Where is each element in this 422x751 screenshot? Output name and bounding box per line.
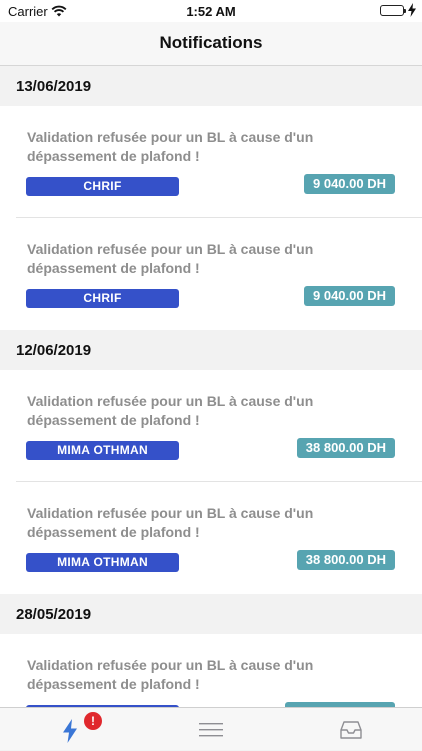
amount-badge: 38 800.00 DH bbox=[296, 550, 395, 570]
inbox-icon bbox=[340, 721, 362, 739]
amount-badge: 9 040.00 DH bbox=[304, 286, 395, 306]
notification-item[interactable]: Validation refusée pour un BL à cause d'… bbox=[0, 106, 422, 218]
section-date: 12/06/2019 bbox=[16, 342, 92, 359]
section-header: 13/06/2019 bbox=[0, 66, 422, 106]
notification-item[interactable]: Validation refusée pour un BL à cause d'… bbox=[0, 634, 422, 707]
client-name-badge: CHRIF bbox=[26, 177, 179, 196]
client-name-badge: CHRIF bbox=[26, 289, 179, 308]
notifications-list[interactable]: 13/06/2019 Validation refusée pour un BL… bbox=[0, 66, 422, 707]
client-name-badge: MIMA OTHMAN bbox=[26, 441, 179, 460]
amount-badge: 38 800.00 DH bbox=[296, 438, 395, 458]
lightning-icon bbox=[63, 719, 77, 743]
menu-icon bbox=[199, 723, 223, 737]
section-header: 28/05/2019 bbox=[0, 594, 422, 634]
navigation-bar: Notifications bbox=[0, 22, 422, 66]
notification-item[interactable]: Validation refusée pour un BL à cause d'… bbox=[0, 370, 422, 482]
status-bar: Carrier 1:52 AM bbox=[0, 0, 422, 22]
section-date: 28/05/2019 bbox=[16, 606, 92, 623]
amount-badge: 9 040.00 DH bbox=[304, 174, 395, 194]
section-date: 13/06/2019 bbox=[16, 78, 92, 95]
notification-message: Validation refusée pour un BL à cause d'… bbox=[27, 393, 314, 428]
battery-icon bbox=[380, 5, 406, 16]
section-header: 12/06/2019 bbox=[0, 330, 422, 370]
tab-menu[interactable] bbox=[141, 708, 281, 751]
notification-message: Validation refusée pour un BL à cause d'… bbox=[27, 129, 314, 164]
notification-message: Validation refusée pour un BL à cause d'… bbox=[27, 505, 314, 540]
notification-item[interactable]: Validation refusée pour un BL à cause d'… bbox=[0, 218, 422, 330]
tab-inbox[interactable] bbox=[282, 708, 422, 751]
page-title: Notifications bbox=[159, 33, 263, 52]
notification-item[interactable]: Validation refusée pour un BL à cause d'… bbox=[0, 482, 422, 594]
status-time: 1:52 AM bbox=[186, 4, 236, 19]
tab-bar: ! bbox=[0, 707, 422, 750]
notification-message: Validation refusée pour un BL à cause d'… bbox=[27, 241, 314, 276]
alert-badge: ! bbox=[84, 712, 102, 730]
notification-message: Validation refusée pour un BL à cause d'… bbox=[27, 657, 314, 692]
tab-notifications[interactable]: ! bbox=[0, 708, 140, 751]
client-name-badge: MIMA OTHMAN bbox=[26, 553, 179, 572]
charging-icon bbox=[408, 3, 416, 22]
